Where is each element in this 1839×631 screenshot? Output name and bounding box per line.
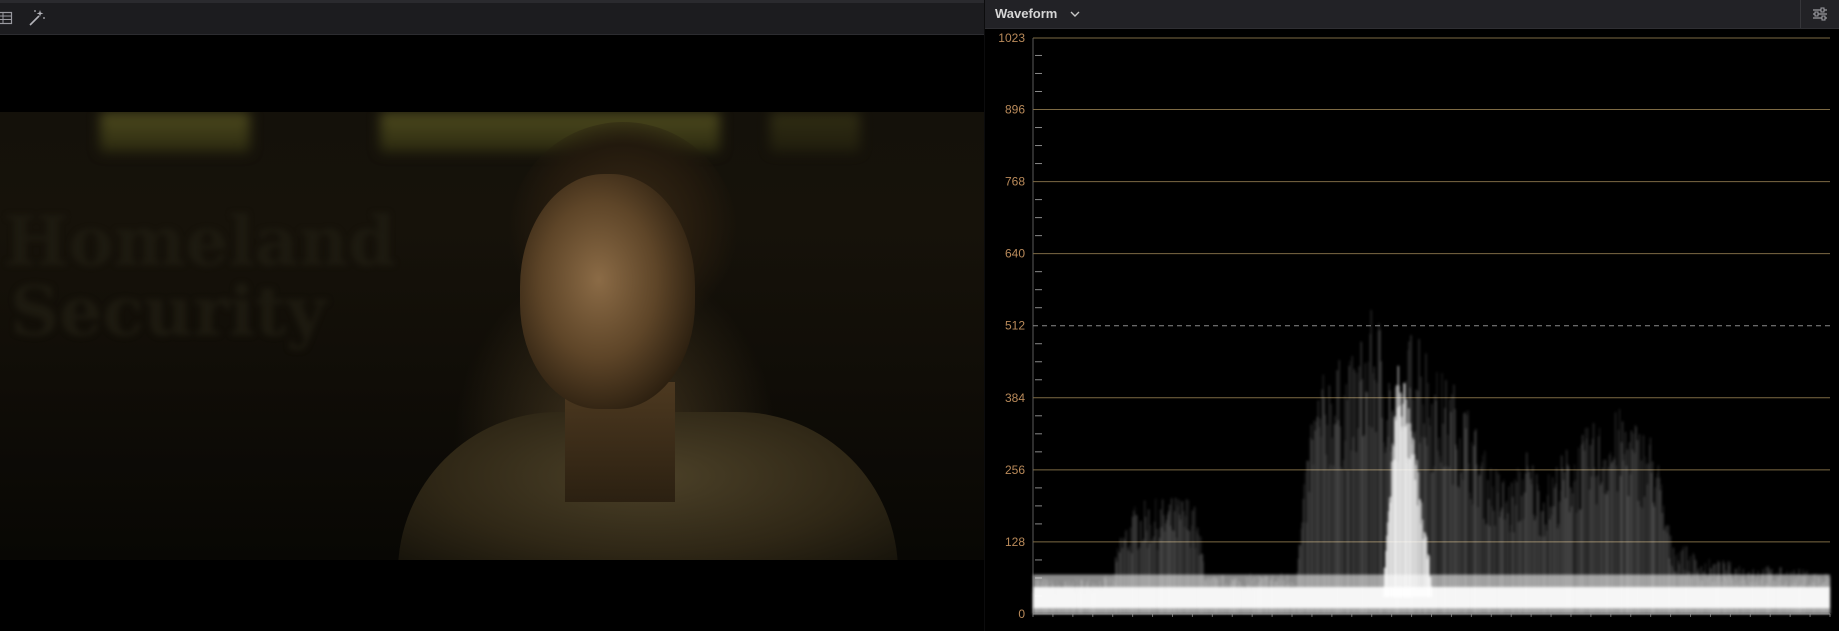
viewer-panel: Homeland Security [0,0,984,631]
y-tick-label: 1023 [998,31,1025,45]
scope-header: Waveform [985,0,1839,29]
y-tick-label: 256 [1005,463,1025,477]
ceiling-light [100,112,250,152]
chevron-down-icon[interactable] [1069,6,1081,25]
background-sign-text: Security [10,272,326,352]
waveform-chart: 0 128 256 384 512 640 768 896 1023 [998,31,1831,621]
y-tick-label: 384 [1005,391,1025,405]
viewer-toolbar [0,0,984,35]
sliders-icon[interactable] [1800,0,1839,28]
magic-wand-icon[interactable] [28,9,46,27]
waveform-scope-panel: Waveform 0 128 256 384 512 640 768 896 1023 [985,0,1839,631]
background-sign-text: Homeland [4,202,396,282]
y-tick-label: 128 [1005,535,1025,549]
y-tick-label: 0 [1018,607,1025,621]
y-tick-label: 768 [1005,175,1025,189]
subject-face [520,174,695,409]
scope-type-selector[interactable]: Waveform [995,6,1057,21]
y-tick-label: 640 [1005,247,1025,261]
y-tick-label: 512 [1005,319,1025,333]
y-tick-label: 896 [1005,103,1025,117]
viewer-layout-icon[interactable] [0,9,14,27]
waveform-trace [1032,309,1831,614]
ceiling-light [770,112,860,152]
video-frame: Homeland Security [0,112,984,560]
